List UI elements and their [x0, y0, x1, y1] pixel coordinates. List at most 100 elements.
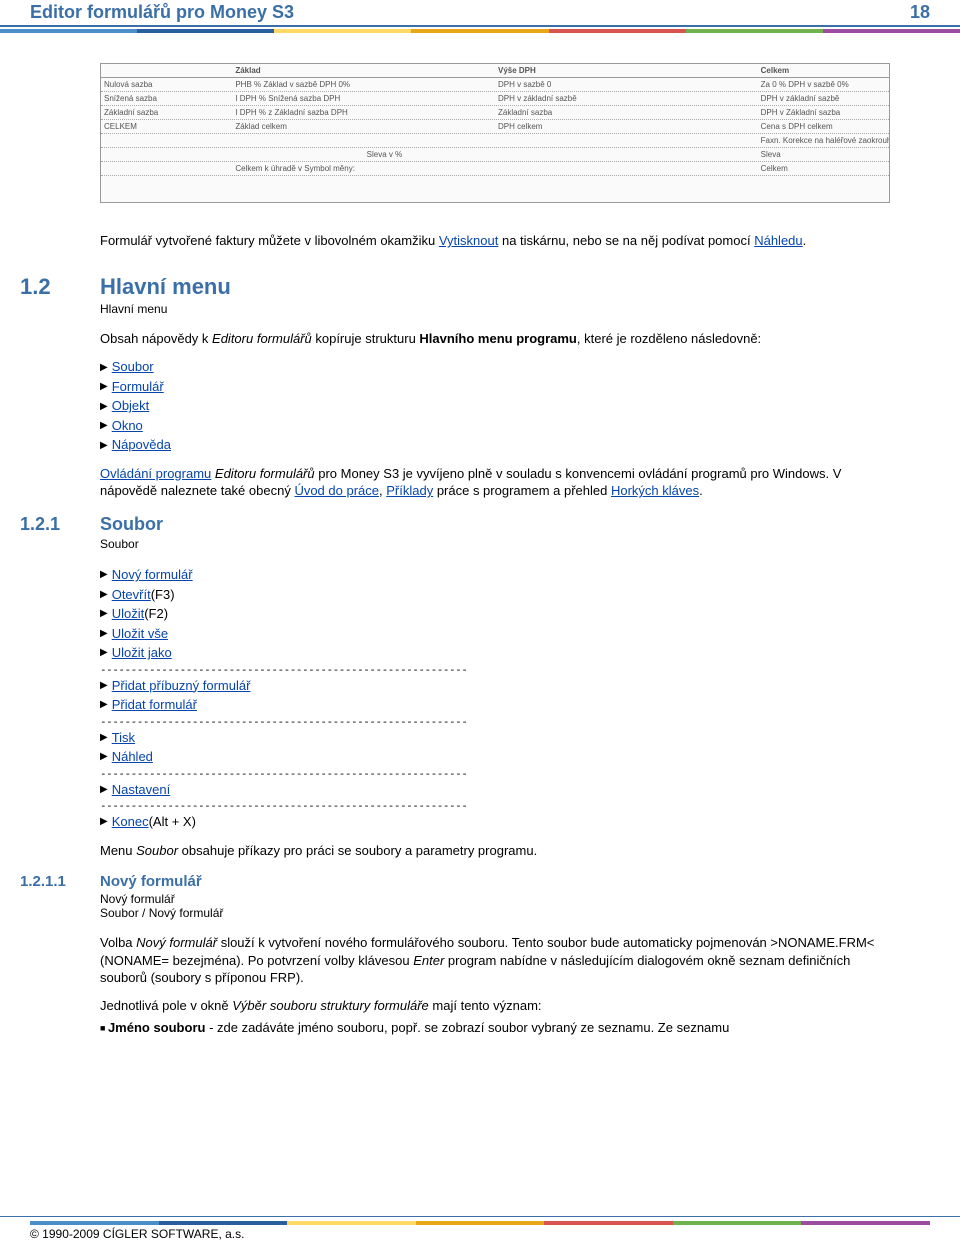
section-1-2-1-1-subtitle-2: Soubor / Nový formulář	[100, 906, 890, 920]
arrow-icon: ▶	[100, 678, 108, 693]
copyright-text: © 1990-2009 CÍGLER SOFTWARE, a.s.	[30, 1227, 930, 1241]
sample-form-screenshot: Základ Výše DPH Celkem Nulová sazbaPHB %…	[100, 63, 890, 203]
arrow-icon: ▶	[100, 697, 108, 712]
arrow-icon: ▶	[100, 626, 108, 641]
menu-link[interactable]: Okno	[112, 416, 143, 436]
novy-formular-bullets: Jméno souboru - zde zadáváte jméno soubo…	[100, 1020, 890, 1035]
content-area: Základ Výše DPH Celkem Nulová sazbaPHB %…	[0, 33, 960, 1063]
menu-link[interactable]: Konec	[112, 812, 149, 832]
menu-link[interactable]: Objekt	[112, 396, 150, 416]
arrow-icon: ▶	[100, 749, 108, 764]
soubor-menu-item: ▶ Uložit jako	[100, 643, 890, 663]
section-1-2-closing: Ovládání programu Editoru formulářů pro …	[100, 465, 890, 500]
intro-paragraph: Formulář vytvořené faktury můžete v libo…	[100, 233, 890, 250]
screenshot-row: Nulová sazbaPHB % Základ v sazbě DPH 0%D…	[101, 78, 889, 92]
menu-link[interactable]: Přidat formulář	[112, 695, 197, 715]
soubor-menu-item: ▶ Náhled	[100, 747, 890, 767]
section-number: 1.2.1.1	[20, 873, 100, 890]
section-title: Hlavní menu	[100, 274, 231, 300]
bullet-jmeno-souboru: Jméno souboru - zde zadáváte jméno soubo…	[100, 1020, 890, 1035]
page-title: Editor formulářů pro Money S3	[30, 0, 294, 25]
section-1-2-intro: Obsah nápovědy k Editoru formulářů kopír…	[100, 330, 890, 348]
menu-separator: ----------------------------------------…	[100, 799, 520, 812]
soubor-menu-item: ▶ Nový formulář	[100, 565, 890, 585]
menu-shortcut: (F3)	[151, 585, 175, 605]
menu-link[interactable]: Nastavení	[112, 780, 171, 800]
menu-link[interactable]: Uložit	[112, 604, 145, 624]
section-1-2-heading: 1.2 Hlavní menu	[100, 274, 890, 300]
novy-formular-para1: Volba Nový formulář slouží k vytvoření n…	[100, 934, 890, 987]
menu-link[interactable]: Náhled	[112, 747, 153, 767]
page-number: 18	[910, 2, 930, 23]
arrow-icon: ▶	[100, 645, 108, 660]
menu-shortcut: (Alt + X)	[149, 812, 196, 832]
screenshot-row: Celkem k úhradě v Symbol měny:Celkem	[101, 162, 889, 176]
main-menu-item: ▶ Okno	[100, 416, 890, 436]
menu-link[interactable]: Přidat příbuzný formulář	[112, 676, 251, 696]
menu-link[interactable]: Uložit vše	[112, 624, 168, 644]
section-title: Nový formulář	[100, 873, 202, 890]
link-nahledu[interactable]: Náhledu	[754, 233, 802, 248]
soubor-menu-item: ▶ Otevřít (F3)	[100, 585, 890, 605]
link-horkych-klaves[interactable]: Horkých kláves	[611, 483, 699, 498]
screenshot-row: CELKEMZáklad celkemDPH celkemCena s DPH …	[101, 120, 889, 134]
menu-link[interactable]: Nápověda	[112, 435, 171, 455]
screenshot-row: Faxn. Korekce na haléřové zaokrouh.	[101, 134, 889, 148]
page-header: Editor formulářů pro Money S3 18	[0, 0, 960, 27]
section-1-2-1-heading: 1.2.1 Soubor	[100, 514, 890, 535]
section-1-2-1-1-heading: 1.2.1.1 Nový formulář	[100, 873, 890, 890]
footer-color-bar	[30, 1221, 930, 1225]
menu-link[interactable]: Formulář	[112, 377, 164, 397]
soubor-menu-item: ▶ Tisk	[100, 728, 890, 748]
arrow-icon: ▶	[100, 587, 108, 602]
section-1-2-1-1-subtitle-1: Nový formulář	[100, 892, 890, 906]
soubor-menu-item: ▶ Konec (Alt + X)	[100, 812, 890, 832]
arrow-icon: ▶	[100, 438, 108, 453]
section-number: 1.2.1	[20, 514, 100, 535]
section-number: 1.2	[20, 274, 100, 300]
novy-formular-para2: Jednotlivá pole v okně Výběr souboru str…	[100, 997, 890, 1015]
arrow-icon: ▶	[100, 379, 108, 394]
main-menu-item: ▶ Objekt	[100, 396, 890, 416]
menu-link[interactable]: Otevřít	[112, 585, 151, 605]
main-menu-item: ▶ Formulář	[100, 377, 890, 397]
soubor-desc: Menu Soubor obsahuje příkazy pro práci s…	[100, 842, 890, 860]
main-menu-item: ▶ Soubor	[100, 357, 890, 377]
section-title: Soubor	[100, 514, 163, 535]
arrow-icon: ▶	[100, 814, 108, 829]
arrow-icon: ▶	[100, 360, 108, 375]
section-1-2-subtitle: Hlavní menu	[100, 302, 890, 316]
soubor-menu-item: ▶ Uložit vše	[100, 624, 890, 644]
soubor-menu-item: ▶ Přidat formulář	[100, 695, 890, 715]
soubor-menu-list: ▶Nový formulář▶Otevřít (F3)▶Uložit (F2)▶…	[100, 565, 890, 832]
arrow-icon: ▶	[100, 567, 108, 582]
soubor-menu-item: ▶ Přidat příbuzný formulář	[100, 676, 890, 696]
menu-shortcut: (F2)	[144, 604, 168, 624]
soubor-menu-item: ▶ Uložit (F2)	[100, 604, 890, 624]
menu-separator: ----------------------------------------…	[100, 663, 520, 676]
page-footer: © 1990-2009 CÍGLER SOFTWARE, a.s.	[0, 1216, 960, 1245]
screenshot-row: Sleva v %Sleva	[101, 148, 889, 162]
arrow-icon: ▶	[100, 782, 108, 797]
arrow-icon: ▶	[100, 399, 108, 414]
link-priklady[interactable]: Příklady	[386, 483, 433, 498]
menu-separator: ----------------------------------------…	[100, 715, 520, 728]
arrow-icon: ▶	[100, 606, 108, 621]
link-uvod-do-prace[interactable]: Úvod do práce	[294, 483, 379, 498]
menu-link[interactable]: Soubor	[112, 357, 154, 377]
header-color-bar	[0, 29, 960, 33]
menu-link[interactable]: Nový formulář	[112, 565, 193, 585]
arrow-icon: ▶	[100, 730, 108, 745]
menu-separator: ----------------------------------------…	[100, 767, 520, 780]
main-menu-list: ▶ Soubor ▶ Formulář ▶ Objekt ▶ Okno ▶ Nápověda	[100, 357, 890, 455]
main-menu-item: ▶ Nápověda	[100, 435, 890, 455]
screenshot-row: Snížená sazbaI DPH % Snížená sazba DPHDP…	[101, 92, 889, 106]
soubor-menu-item: ▶ Nastavení	[100, 780, 890, 800]
section-1-2-1-subtitle: Soubor	[100, 537, 890, 551]
link-ovladani-programu[interactable]: Ovládání programu	[100, 466, 211, 481]
arrow-icon: ▶	[100, 418, 108, 433]
menu-link[interactable]: Uložit jako	[112, 643, 172, 663]
menu-link[interactable]: Tisk	[112, 728, 135, 748]
link-vytisknout[interactable]: Vytisknout	[439, 233, 499, 248]
screenshot-row: Základní sazbaI DPH % z Základní sazba D…	[101, 106, 889, 120]
